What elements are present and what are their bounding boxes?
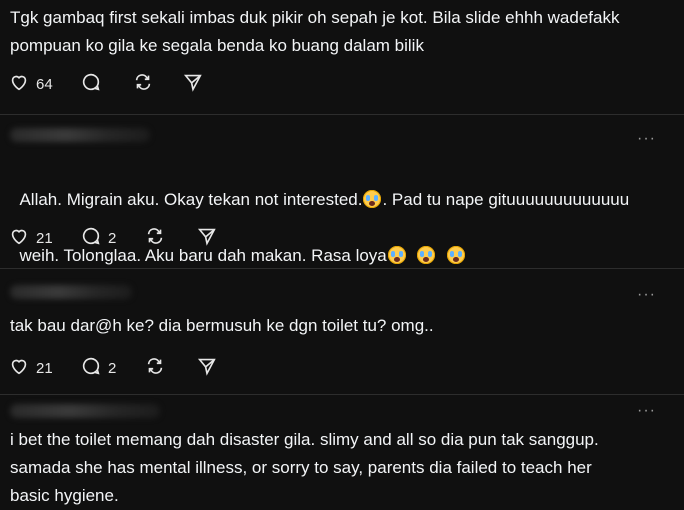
comment-icon (80, 225, 102, 251)
reply-count: 2 (108, 359, 117, 377)
comment-button[interactable] (80, 72, 102, 96)
like-count: 21 (36, 359, 53, 377)
comment-button[interactable]: 2 (80, 226, 116, 250)
share-button[interactable] (196, 226, 218, 250)
share-button[interactable] (182, 72, 204, 96)
repost-icon (144, 355, 166, 381)
crying-face-emoji (417, 246, 436, 264)
like-button[interactable]: 64 (8, 72, 53, 96)
divider (0, 114, 684, 115)
heart-icon (8, 225, 30, 251)
like-count: 21 (36, 229, 53, 247)
blurred-username (10, 285, 132, 299)
divider (0, 394, 684, 395)
repost-button[interactable] (132, 72, 154, 96)
like-button[interactable]: 21 (8, 356, 53, 380)
post-1-text: Tgk gambaq first sekali imbas duk pikir … (10, 8, 620, 55)
share-icon (182, 71, 204, 97)
like-count: 64 (36, 75, 53, 93)
reply-count: 2 (108, 229, 117, 247)
like-button[interactable]: 21 (8, 226, 53, 250)
post-3-text: tak bau dar@h ke? dia bermusuh ke dgn to… (10, 316, 434, 335)
share-icon (196, 355, 218, 381)
crying-face-emoji (446, 246, 465, 264)
blurred-username (10, 404, 160, 418)
post-2-text-part-2: . Pad tu nape gituuuuuuuuuuuuu (382, 190, 630, 209)
more-options-button[interactable]: ··· (637, 286, 656, 304)
divider (0, 268, 684, 269)
crying-face-emoji (363, 190, 382, 208)
comment-icon (80, 355, 102, 381)
post-3-actions: 21 2 (0, 356, 400, 380)
more-options-button[interactable]: ··· (637, 130, 656, 148)
repost-icon (144, 225, 166, 251)
post-2-text: Allah. Migrain aku. Okay tekan not inter… (10, 158, 676, 270)
repost-button[interactable] (144, 356, 166, 380)
post-2-text-part-1: Allah. Migrain aku. Okay tekan not inter… (19, 190, 363, 209)
heart-icon (8, 71, 30, 97)
share-icon (196, 225, 218, 251)
share-button[interactable] (196, 356, 218, 380)
comment-button[interactable]: 2 (80, 356, 116, 380)
heart-icon (8, 355, 30, 381)
more-options-button[interactable]: ··· (637, 402, 656, 420)
post-1-actions: 64 (0, 72, 400, 96)
repost-button[interactable] (144, 226, 166, 250)
comment-icon (80, 71, 102, 97)
post-2-actions: 21 2 (0, 226, 400, 250)
blurred-username (10, 128, 150, 142)
post-4-text: i bet the toilet memang dah disaster gil… (10, 430, 599, 505)
repost-icon (132, 71, 154, 97)
